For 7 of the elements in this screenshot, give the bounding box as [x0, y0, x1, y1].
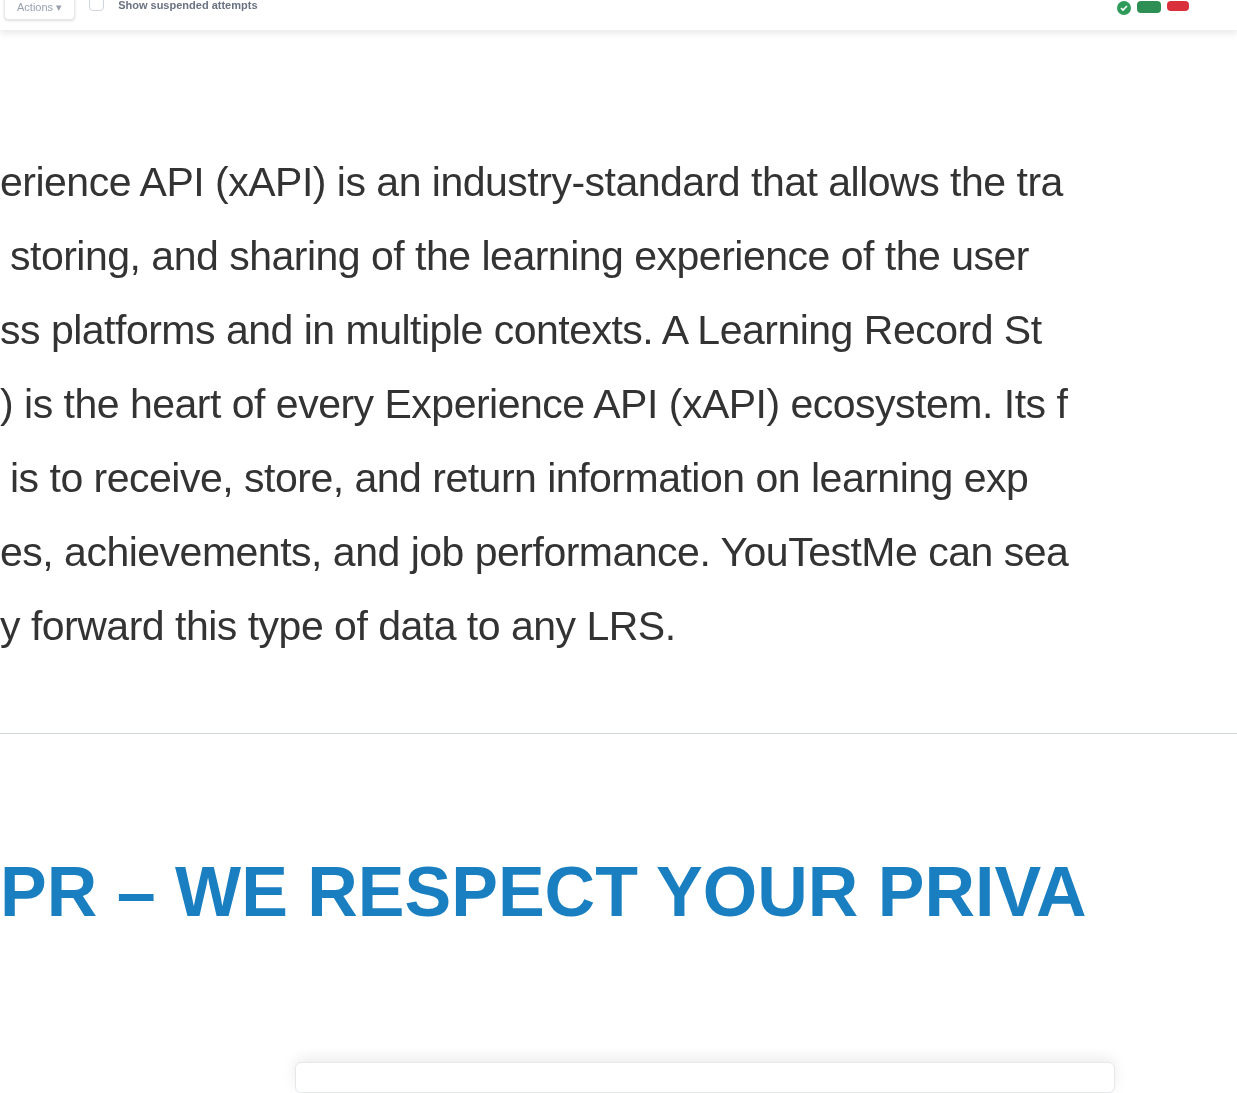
actions-button[interactable]: Actions ▾: [4, 0, 76, 20]
checkbox-label: Show suspended attempts: [118, 0, 258, 13]
checkbox[interactable]: [89, 0, 105, 11]
status-badge-icon: [1137, 1, 1161, 13]
paragraph-text: erience API (xAPI) is an industry-standard that allows the tra storing, and sharing of the learning experience of the user ss platforms and in multiple contexts. A Learning Record St ) is the heart of every Experience API (xAPI) ecosystem. Its f is to receive, store, and return information on learning exp es, achievements, and job performance. YouTestMe can sea y forward this type of data to any LRS.: [0, 158, 1070, 652]
status-badge-icon: [1167, 1, 1189, 11]
section-heading: PR – WE RESPECT YOUR PRIVA: [0, 852, 1088, 933]
